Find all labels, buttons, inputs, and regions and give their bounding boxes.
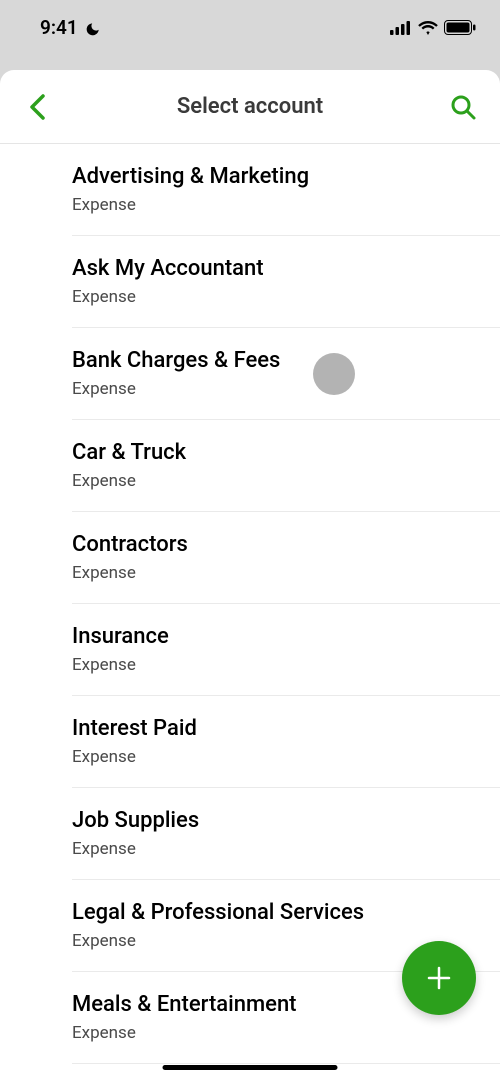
search-icon	[449, 93, 477, 121]
account-row-bank-charges[interactable]: Bank Charges & Fees Expense	[72, 328, 500, 420]
page-title: Select account	[52, 94, 448, 119]
header: Select account	[0, 70, 500, 144]
search-button[interactable]	[448, 92, 478, 122]
account-title: Contractors	[72, 532, 478, 557]
account-title: Legal & Professional Services	[72, 900, 478, 925]
account-subtitle: Expense	[72, 655, 478, 675]
account-title: Interest Paid	[72, 716, 478, 741]
account-subtitle: Expense	[72, 471, 478, 491]
plus-icon	[423, 962, 455, 994]
account-subtitle: Expense	[72, 839, 478, 859]
account-row-insurance[interactable]: Insurance Expense	[72, 604, 500, 696]
modal-sheet: Select account Advertising & Marketing E…	[0, 70, 500, 1080]
status-time-group: 9:41	[40, 16, 100, 39]
account-title: Advertising & Marketing	[72, 164, 478, 189]
touch-indicator	[313, 353, 355, 395]
account-row-car-truck[interactable]: Car & Truck Expense	[72, 420, 500, 512]
account-row-contractors[interactable]: Contractors Expense	[72, 512, 500, 604]
account-title: Bank Charges & Fees	[72, 348, 478, 373]
status-bar: 9:41	[0, 0, 500, 55]
account-subtitle: Expense	[72, 1023, 478, 1043]
status-time: 9:41	[40, 16, 78, 39]
account-title: Insurance	[72, 624, 478, 649]
dnd-moon-icon	[84, 20, 100, 36]
account-subtitle: Expense	[72, 379, 478, 399]
home-indicator[interactable]	[163, 1065, 338, 1070]
add-button[interactable]	[402, 941, 476, 1015]
chevron-left-icon	[28, 93, 46, 121]
signal-icon	[390, 21, 412, 35]
account-row-job-supplies[interactable]: Job Supplies Expense	[72, 788, 500, 880]
account-row-advertising[interactable]: Advertising & Marketing Expense	[72, 144, 500, 236]
wifi-icon	[418, 21, 438, 35]
account-row-interest-paid[interactable]: Interest Paid Expense	[72, 696, 500, 788]
account-title: Job Supplies	[72, 808, 478, 833]
account-subtitle: Expense	[72, 195, 478, 215]
status-icons	[390, 20, 476, 35]
battery-icon	[444, 20, 476, 35]
account-title: Car & Truck	[72, 440, 478, 465]
account-title: Ask My Accountant	[72, 256, 478, 281]
account-subtitle: Expense	[72, 563, 478, 583]
back-button[interactable]	[22, 92, 52, 122]
account-list: Advertising & Marketing Expense Ask My A…	[0, 144, 500, 1080]
account-subtitle: Expense	[72, 747, 478, 767]
account-subtitle: Expense	[72, 287, 478, 307]
account-row-ask-my-accountant[interactable]: Ask My Accountant Expense	[72, 236, 500, 328]
